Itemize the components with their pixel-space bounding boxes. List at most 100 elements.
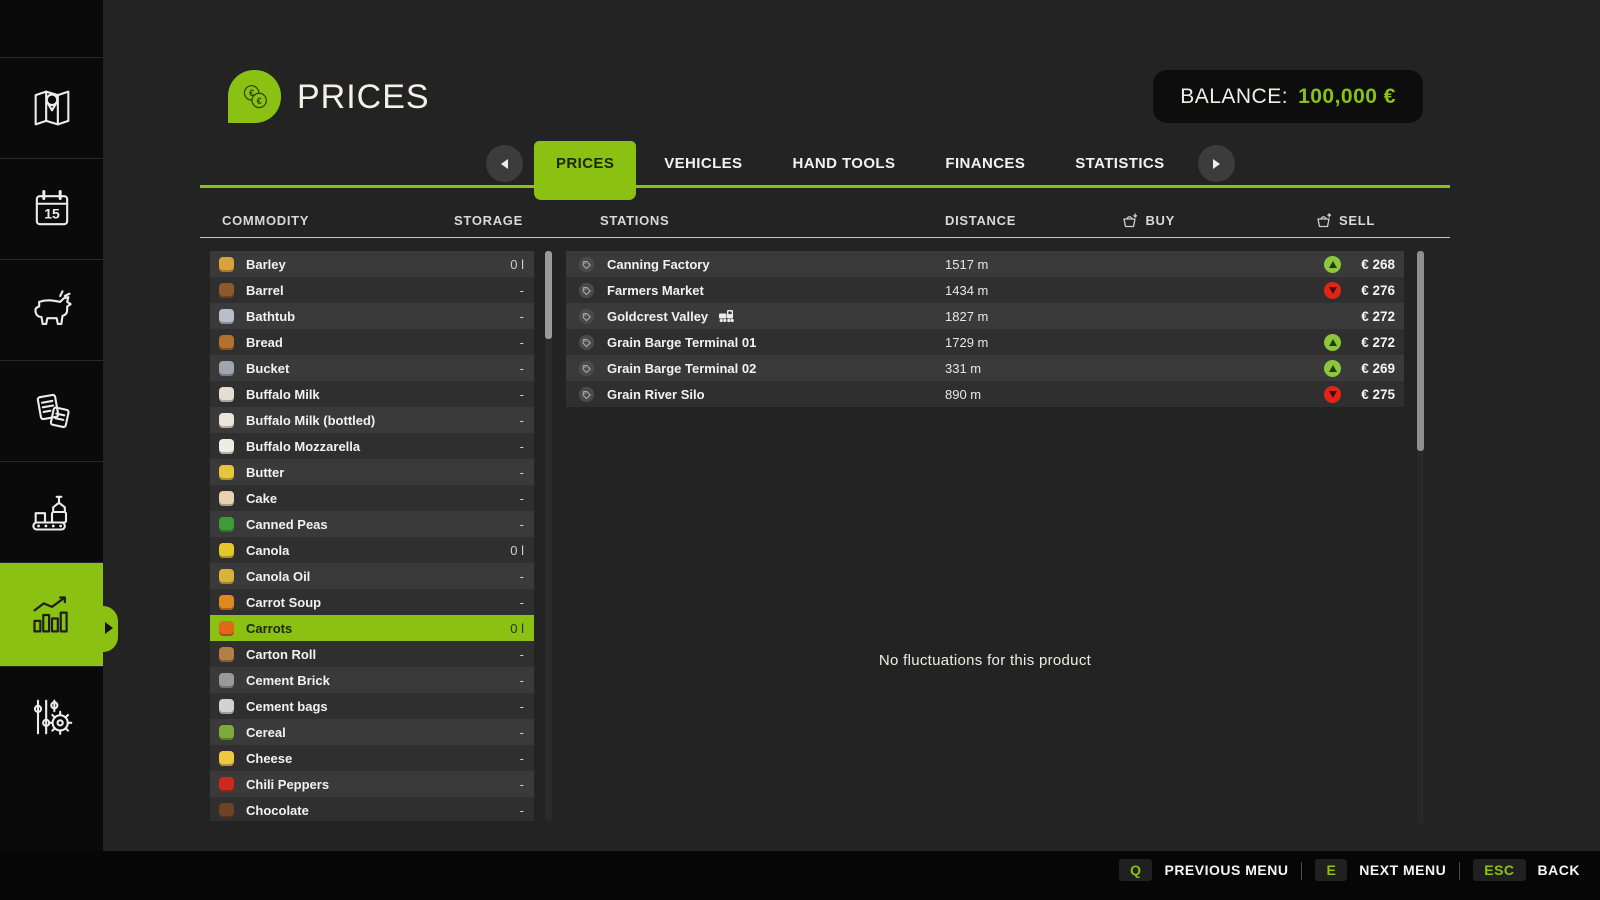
hint-back[interactable]: ESC BACK [1473,859,1580,881]
barley-icon [219,256,234,272]
commodity-row[interactable]: Barrel - [210,277,534,303]
commodity-storage-value: - [519,412,524,428]
sidebar-item-contracts[interactable] [0,360,103,461]
commodity-row[interactable]: Chili Peppers - [210,771,534,797]
balance-badge: BALANCE: 100,000 € [1153,70,1423,123]
production-icon [31,495,67,531]
station-scrollbar-thumb[interactable] [1417,251,1424,451]
commodity-row[interactable]: Canned Peas - [210,511,534,537]
commodity-name: Canned Peas [246,516,328,532]
tab-prices[interactable]: PRICES [534,141,637,200]
commodity-storage-value: - [519,776,524,792]
barrel-icon [219,282,234,298]
station-name: Canning Factory [607,256,710,272]
column-header-storage: STORAGE [454,213,523,228]
commodity-row[interactable]: Canola Oil - [210,563,534,589]
sidebar-item-animals[interactable] [0,259,103,360]
sidebar-item-map[interactable] [0,57,103,158]
key-badge-e: E [1315,859,1348,881]
station-name: Grain River Silo [607,386,705,402]
column-header-stations: STATIONS [600,213,670,228]
sell-point-tag-icon [578,360,595,376]
commodity-row[interactable]: Carrots 0 l [210,615,534,641]
commodity-row[interactable]: Bucket - [210,355,534,381]
commodity-storage-value: - [519,568,524,584]
station-row: Farmers Market 1434 m € 276 [566,277,1404,303]
sidebar-item-production[interactable] [0,461,103,562]
commodity-storage-value: - [519,646,524,662]
canola-oil-icon [219,568,234,584]
commodity-row[interactable]: Buffalo Milk (bottled) - [210,407,534,433]
tab-vehicles[interactable]: VEHICLES [642,141,764,186]
header-divider [200,237,1450,238]
commodity-row[interactable]: Cement bags - [210,693,534,719]
basket-down-icon [1123,212,1138,227]
commodity-row[interactable]: Canola 0 l [210,537,534,563]
tab-hand-tools[interactable]: HAND TOOLS [770,141,917,186]
station-row: Grain Barge Terminal 02 331 m € 269 [566,355,1404,381]
commodity-storage-value: - [519,750,524,766]
commodity-row[interactable]: Cake - [210,485,534,511]
commodity-row[interactable]: Cereal - [210,719,534,745]
commodity-row[interactable]: Barley 0 l [210,251,534,277]
tab-prev-icon [501,158,508,169]
tab-next-button[interactable] [1197,145,1235,182]
commodity-name: Bathtub [246,308,296,324]
sidebar-item-statistics[interactable] [0,562,103,666]
commodity-name: Cereal [246,724,286,740]
station-name: Farmers Market [607,282,704,298]
station-sell-price: € 272 [1361,308,1395,324]
station-distance: 1729 m [945,334,989,350]
station-row: Goldcrest Valley 1827 m € 272 [566,303,1404,329]
commodity-row[interactable]: Butter - [210,459,534,485]
sidebar-item-calendar[interactable]: 15 [0,158,103,259]
bucket-icon [219,360,234,376]
commodity-row[interactable]: Cheese - [210,745,534,771]
sell-point-tag-icon [578,282,595,298]
chocolate-icon [219,802,234,818]
key-badge-esc: ESC [1473,859,1526,881]
commodity-scrollbar[interactable] [545,251,552,821]
footer-hint-bar: Q PREVIOUS MENU E NEXT MENU ESC BACK [0,851,1600,900]
commodity-scrollbar-thumb[interactable] [545,251,552,339]
commodity-row[interactable]: Buffalo Milk - [210,381,534,407]
commodity-row[interactable]: Bathtub - [210,303,534,329]
page-title: PRICES [297,78,430,116]
tab-list: PRICES VEHICLES HAND TOOLS FINANCES STATISTI… [531,141,1190,200]
commodity-name: Cement bags [246,698,328,714]
tab-finances[interactable]: FINANCES [923,141,1047,186]
settings-icon [33,699,72,735]
tab-statistics[interactable]: STATISTICS [1053,141,1186,186]
contracts-icon [36,393,70,429]
station-row: Grain River Silo 890 m € 275 [566,381,1404,407]
commodity-row[interactable]: Buffalo Mozzarella - [210,433,534,459]
tab-prev-button[interactable] [486,145,523,182]
buffalo-milk-bottled-icon [219,412,234,428]
cement-bags-icon [219,698,234,714]
commodity-storage-value: - [519,490,524,506]
hint-previous-menu[interactable]: Q PREVIOUS MENU [1119,859,1288,881]
cereal-icon [219,724,234,740]
commodity-row[interactable]: Carrot Soup - [210,589,534,615]
station-distance: 890 m [945,386,982,402]
station-sell-price: € 268 [1361,256,1395,272]
commodity-storage-value: - [519,802,524,818]
commodity-name: Buffalo Mozzarella [246,438,361,454]
sell-point-tag-icon [578,308,595,324]
sidebar-item-settings[interactable] [0,666,103,767]
sidebar: 15 [0,0,103,851]
commodity-row[interactable]: Cement Brick - [210,667,534,693]
footer-separator [1459,862,1461,880]
commodity-row[interactable]: Carton Roll - [210,641,534,667]
sell-point-tag-icon [578,334,595,350]
footer-separator [1301,862,1303,880]
commodity-row[interactable]: Chocolate - [210,797,534,821]
commodity-name: Carrot Soup [246,594,322,610]
hint-next-menu[interactable]: E NEXT MENU [1315,859,1446,881]
commodity-storage-value: - [519,334,524,350]
commodity-row[interactable]: Bread - [210,329,534,355]
commodity-storage-value: 0 l [510,620,524,636]
station-distance: 331 m [945,360,982,376]
station-scrollbar[interactable] [1417,251,1424,824]
